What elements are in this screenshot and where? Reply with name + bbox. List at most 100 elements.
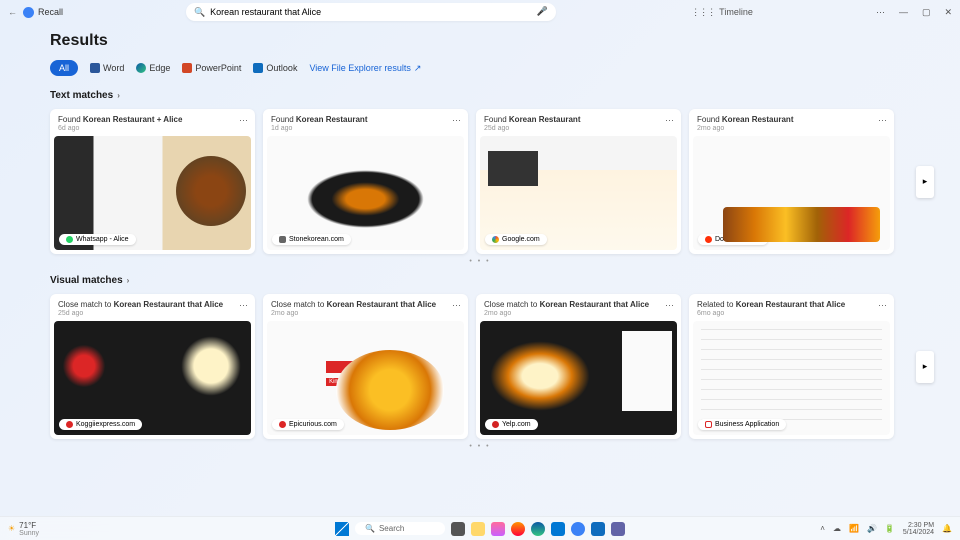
card-timestamp: 2mo ago xyxy=(271,310,460,317)
chevron-right-icon: › xyxy=(117,91,120,100)
text-card[interactable]: Found Korean Restaurant 2mo ago ⋯ Doorda… xyxy=(689,109,894,254)
card-menu-button[interactable]: ⋯ xyxy=(452,115,462,126)
filter-all[interactable]: All xyxy=(50,60,78,76)
card-menu-button[interactable]: ⋯ xyxy=(665,300,675,311)
card-thumbnail: Business Application xyxy=(693,321,890,435)
timeline-button[interactable]: ⋮⋮⋮ Timeline xyxy=(691,7,753,18)
visual-card[interactable]: Related to Korean Restaurant that Alice … xyxy=(689,294,894,439)
visual-matches-header[interactable]: Visual matches › xyxy=(50,275,910,286)
explorer-icon[interactable] xyxy=(471,522,485,536)
source-badge: Stonekorean.com xyxy=(272,234,351,245)
recall-icon[interactable] xyxy=(571,522,585,536)
card-timestamp: 25d ago xyxy=(484,125,673,132)
card-menu-button[interactable]: ⋯ xyxy=(452,300,462,311)
text-card[interactable]: Found Korean Restaurant 25d ago ⋯ Google… xyxy=(476,109,681,254)
site-icon xyxy=(66,421,73,428)
notifications-icon[interactable]: 🔔 xyxy=(942,524,952,533)
filter-outlook[interactable]: Outlook xyxy=(253,63,297,73)
text-matches-row: Found Korean Restaurant + Alice 6d ago ⋯… xyxy=(50,109,910,254)
close-button[interactable]: ✕ xyxy=(944,7,952,18)
sun-icon: ☀ xyxy=(8,524,15,533)
card-thumbnail: Koggiiexpress.com xyxy=(54,321,251,435)
outlook-icon[interactable] xyxy=(591,522,605,536)
card-timestamp: 25d ago xyxy=(58,310,247,317)
card-thumbnail: Whatsapp - Alice xyxy=(54,136,251,250)
text-card[interactable]: Found Korean Restaurant 1d ago ⋯ Stoneko… xyxy=(263,109,468,254)
card-menu-button[interactable]: ⋯ xyxy=(878,300,888,311)
taskbar: ☀ 71°F Sunny 🔍Search ˄ ☁ 📶 🔊 🔋 2:30 PM 5… xyxy=(0,516,960,540)
pager-dots: • • • xyxy=(50,443,910,450)
visual-matches-row: Close match to Korean Restaurant that Al… xyxy=(50,294,910,439)
scroll-right-button[interactable]: ▸ xyxy=(916,166,934,198)
minimize-button[interactable]: — xyxy=(899,7,908,18)
battery-icon[interactable]: 🔋 xyxy=(885,524,895,533)
word-icon xyxy=(90,63,100,73)
external-link-icon: ↗ xyxy=(414,63,422,74)
card-timestamp: 2mo ago xyxy=(697,125,886,132)
teams-icon[interactable] xyxy=(611,522,625,536)
page-title: Results xyxy=(50,32,910,50)
titlebar: ← Recall 🔍 🎤 ⋮⋮⋮ Timeline ⋯ — ▢ ✕ xyxy=(0,0,960,24)
app-icon[interactable] xyxy=(491,522,505,536)
volume-icon[interactable]: 🔊 xyxy=(867,524,877,533)
back-button[interactable]: ← xyxy=(8,7,17,17)
site-icon xyxy=(279,236,286,243)
system-tray: ˄ ☁ 📶 🔊 🔋 2:30 PM 5/14/2024 🔔 xyxy=(820,522,952,536)
visual-card[interactable]: Close match to Korean Restaurant that Al… xyxy=(263,294,468,439)
card-menu-button[interactable]: ⋯ xyxy=(878,115,888,126)
filter-powerpoint[interactable]: PowerPoint xyxy=(182,63,241,73)
timeline-label: Timeline xyxy=(719,7,753,17)
powerpoint-icon xyxy=(182,63,192,73)
card-thumbnail: Stonekorean.com xyxy=(267,136,464,250)
card-timestamp: 6d ago xyxy=(58,125,247,132)
source-badge: Yelp.com xyxy=(485,419,538,430)
card-menu-button[interactable]: ⋯ xyxy=(239,115,249,126)
card-menu-button[interactable]: ⋯ xyxy=(239,300,249,311)
timeline-icon: ⋮⋮⋮ xyxy=(691,7,715,18)
app-icon xyxy=(23,7,34,18)
taskbar-search[interactable]: 🔍Search xyxy=(355,522,445,535)
chevron-right-icon: › xyxy=(127,276,130,285)
outlook-icon xyxy=(253,63,263,73)
source-badge: Koggiiexpress.com xyxy=(59,419,142,430)
edge-icon xyxy=(136,63,146,73)
source-badge: Epicurious.com xyxy=(272,419,344,430)
google-icon xyxy=(492,236,499,243)
clock[interactable]: 2:30 PM 5/14/2024 xyxy=(903,522,934,536)
filter-edge[interactable]: Edge xyxy=(136,63,170,73)
tray-chevron-icon[interactable]: ˄ xyxy=(820,524,825,533)
view-file-explorer-link[interactable]: View File Explorer results↗ xyxy=(309,63,421,74)
weather-widget[interactable]: ☀ 71°F Sunny xyxy=(8,521,39,537)
whatsapp-icon xyxy=(66,236,73,243)
card-thumbnail: Doordash.com xyxy=(693,136,890,250)
scroll-right-button[interactable]: ▸ xyxy=(916,351,934,383)
mic-icon[interactable]: 🎤 xyxy=(537,6,548,17)
taskview-icon[interactable] xyxy=(451,522,465,536)
card-menu-button[interactable]: ⋯ xyxy=(665,115,675,126)
window-controls: ⋯ — ▢ ✕ xyxy=(876,7,952,18)
more-button[interactable]: ⋯ xyxy=(876,7,885,18)
card-thumbnail: Google.com xyxy=(480,136,677,250)
source-badge: Business Application xyxy=(698,419,786,430)
store-icon[interactable] xyxy=(551,522,565,536)
edge-icon[interactable] xyxy=(531,522,545,536)
visual-card[interactable]: Close match to Korean Restaurant that Al… xyxy=(476,294,681,439)
search-wrap: 🔍 🎤 xyxy=(186,3,556,21)
wifi-icon[interactable]: 📶 xyxy=(849,524,859,533)
text-matches-header[interactable]: Text matches › xyxy=(50,90,910,101)
start-button[interactable] xyxy=(335,522,349,536)
yelp-icon xyxy=(492,421,499,428)
text-card[interactable]: Found Korean Restaurant + Alice 6d ago ⋯… xyxy=(50,109,255,254)
maximize-button[interactable]: ▢ xyxy=(922,7,931,18)
search-icon: 🔍 xyxy=(194,7,205,18)
firefox-icon[interactable] xyxy=(511,522,525,536)
filter-word[interactable]: Word xyxy=(90,63,124,73)
visual-card[interactable]: Close match to Korean Restaurant that Al… xyxy=(50,294,255,439)
search-input[interactable] xyxy=(186,3,556,21)
card-thumbnail: Kimchi Fried Rice Epicurious.com xyxy=(267,321,464,435)
onedrive-icon[interactable]: ☁ xyxy=(833,524,841,533)
filter-bar: All Word Edge PowerPoint Outlook View Fi… xyxy=(50,60,910,76)
card-timestamp: 6mo ago xyxy=(697,310,886,317)
card-thumbnail: Yelp.com xyxy=(480,321,677,435)
source-badge: Whatsapp - Alice xyxy=(59,234,136,245)
